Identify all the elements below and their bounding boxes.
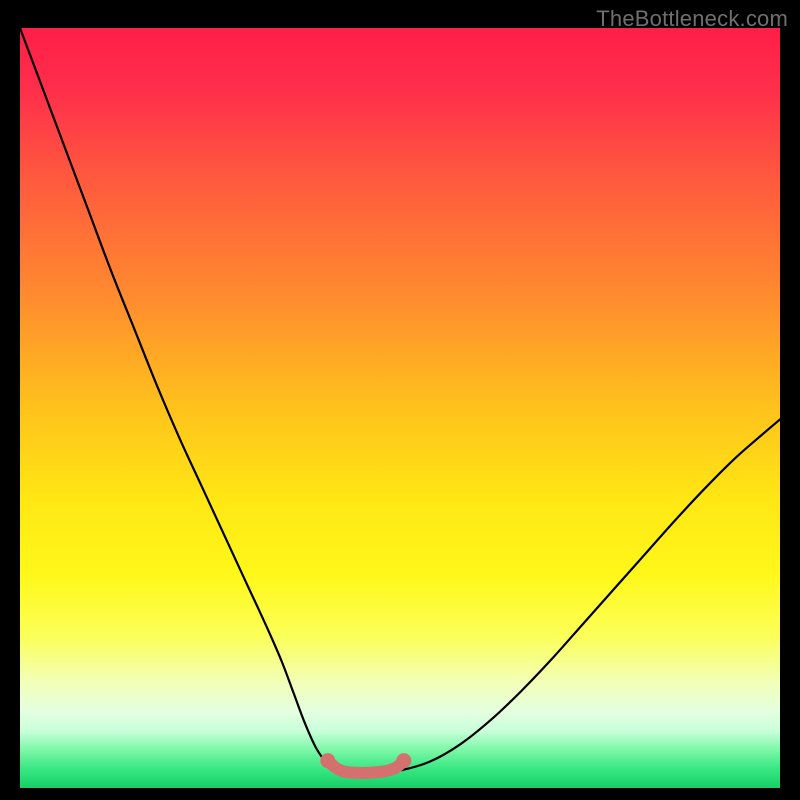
gradient-background (20, 28, 780, 788)
chart-stage: TheBottleneck.com (0, 0, 800, 800)
valley-marker-dot (396, 753, 411, 768)
bottleneck-chart (20, 28, 780, 788)
valley-marker-dot (320, 753, 335, 768)
plot-area (20, 28, 780, 788)
watermark-text: TheBottleneck.com (596, 6, 788, 32)
